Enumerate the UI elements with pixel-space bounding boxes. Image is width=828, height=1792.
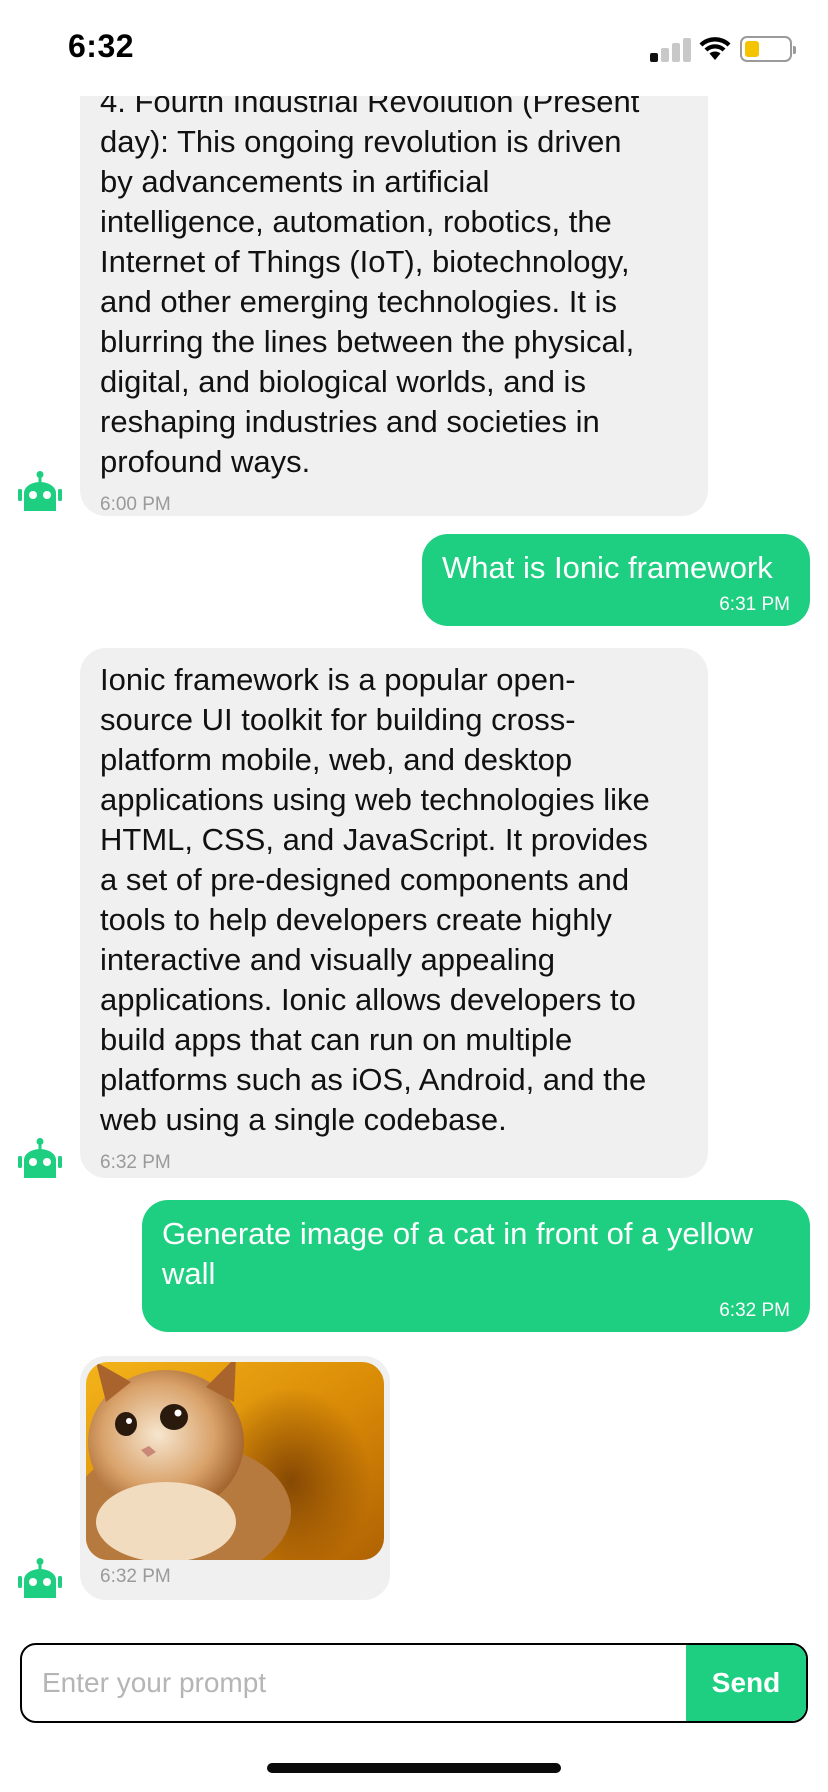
message-line: profound ways.: [100, 444, 311, 479]
send-button[interactable]: Send: [686, 1645, 806, 1721]
message-line: platforms such as iOS, Android, and the: [100, 1062, 647, 1097]
message-line: blurring the lines between the physical,: [100, 324, 635, 359]
battery-icon: [740, 36, 796, 62]
message-line: applications. Ionic allows developers to: [100, 982, 636, 1017]
message-line: by advancements in artificial: [100, 164, 490, 199]
message-line: intelligence, automation, robotics, the: [100, 204, 612, 239]
message-line: tools to help developers create highly: [100, 902, 612, 937]
robot-icon: [18, 471, 62, 511]
message-line: Ionic framework is a popular open-: [100, 662, 576, 697]
message-line: wall: [162, 1256, 216, 1291]
prompt-input[interactable]: [22, 1645, 686, 1721]
message-line: HTML, CSS, and JavaScript. It provides: [100, 822, 648, 857]
chat-thread[interactable]: 4. Fourth Industrial Revolution (Present…: [0, 96, 828, 1636]
message-timestamp: 6:32 PM: [719, 1300, 790, 1321]
bot-message-bubble: Ionic framework is a popular open- sourc…: [80, 648, 708, 1178]
status-bar: 6:32: [0, 0, 828, 96]
message-line: day): This ongoing revolution is driven: [100, 124, 622, 159]
message-line: and other emerging technologies. It is: [100, 284, 617, 319]
user-message-bubble: What is Ionic framework 6:31 PM: [422, 534, 810, 626]
robot-icon: [18, 1138, 62, 1178]
message-line: applications using web technologies like: [100, 782, 650, 817]
message-line: reshaping industries and societies in: [100, 404, 600, 439]
user-message-bubble: Generate image of a cat in front of a ye…: [142, 1200, 810, 1332]
bot-image-bubble: 6:32 PM: [80, 1356, 390, 1600]
cellular-signal-icon: [650, 36, 692, 62]
battery-level: [745, 41, 759, 57]
message-line: Generate image of a cat in front of a ye…: [162, 1216, 754, 1251]
generated-cat-image[interactable]: [86, 1362, 384, 1560]
message-timestamp: 6:32 PM: [100, 1566, 171, 1587]
message-timestamp: 6:31 PM: [719, 594, 790, 615]
message-line: interactive and visually appealing: [100, 942, 555, 977]
message-line: Internet of Things (IoT), biotechnology,: [100, 244, 630, 279]
message-line: platform mobile, web, and desktop: [100, 742, 573, 777]
message-line: build apps that can run on multiple: [100, 1022, 573, 1057]
wifi-icon: [699, 37, 731, 60]
message-line: 4. Fourth Industrial Revolution (Present: [100, 96, 640, 119]
message-line: a set of pre-designed components and: [100, 862, 630, 897]
home-indicator[interactable]: [267, 1763, 561, 1773]
message-timestamp: 6:32 PM: [100, 1152, 171, 1173]
message-line: What is Ionic framework: [442, 550, 773, 585]
prompt-input-bar: Send: [20, 1643, 808, 1723]
bot-message-bubble: 4. Fourth Industrial Revolution (Present…: [80, 96, 708, 516]
message-line: digital, and biological worlds, and is: [100, 364, 586, 399]
status-time: 6:32: [68, 28, 135, 64]
message-timestamp: 6:00 PM: [100, 494, 171, 515]
message-line: web using a single codebase.: [100, 1102, 507, 1137]
robot-icon: [18, 1558, 62, 1598]
message-line: source UI toolkit for building cross-: [100, 702, 576, 737]
